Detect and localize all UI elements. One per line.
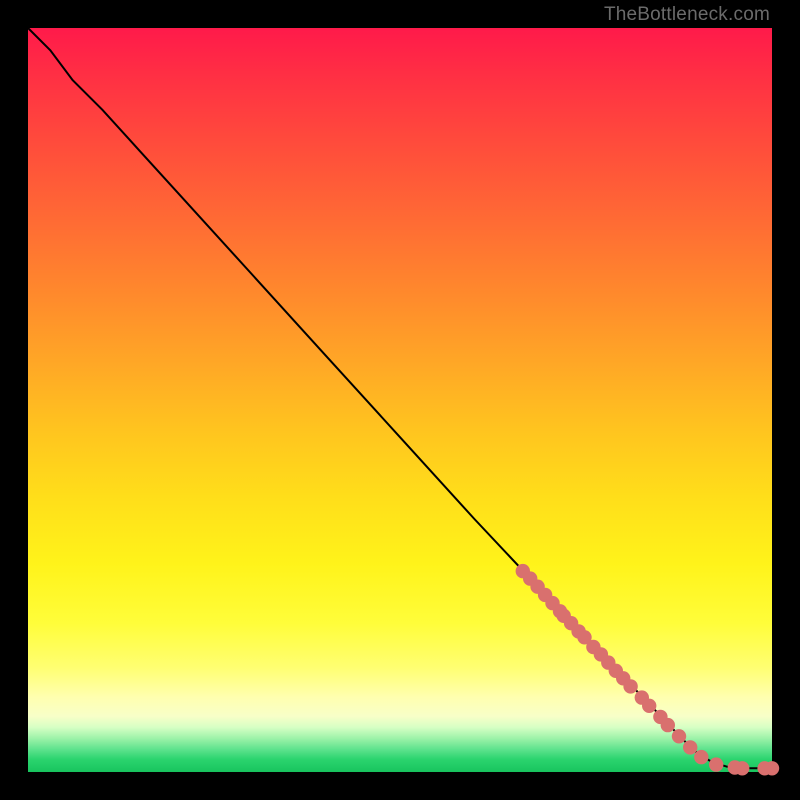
data-point xyxy=(661,718,675,732)
data-point xyxy=(765,761,779,775)
chart-svg xyxy=(28,28,772,772)
data-point xyxy=(623,679,637,693)
data-point xyxy=(672,729,686,743)
data-point xyxy=(683,740,697,754)
curve-line xyxy=(28,28,772,768)
data-point xyxy=(694,750,708,764)
data-point xyxy=(709,757,723,771)
watermark-text: TheBottleneck.com xyxy=(604,4,770,26)
chart-frame xyxy=(28,28,772,772)
data-point xyxy=(642,699,656,713)
curve-markers xyxy=(516,564,780,776)
data-point xyxy=(735,761,749,775)
